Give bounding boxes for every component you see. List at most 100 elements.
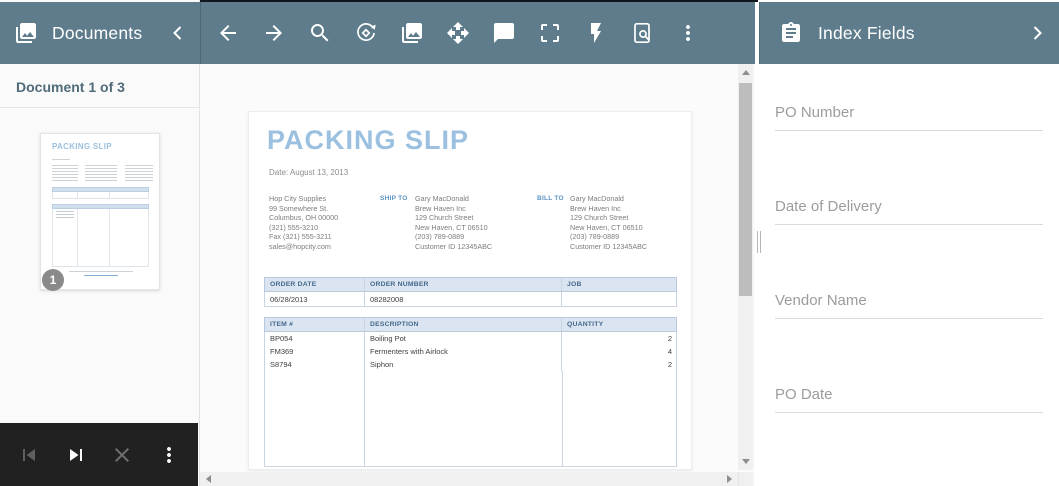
order-number-value: 08282008 — [365, 292, 562, 306]
first-document-icon — [17, 443, 41, 467]
po-date-field[interactable]: PO Date — [775, 386, 1043, 416]
photo-library-icon — [400, 21, 424, 45]
chevron-right-icon — [1025, 21, 1049, 45]
forward-button[interactable] — [262, 21, 286, 45]
close-icon — [110, 443, 134, 467]
document-page[interactable]: PACKING SLIP Date: August 13, 2013 Hop C… — [248, 111, 692, 470]
field-underline — [775, 412, 1043, 413]
app-window: { "colors": { "header_teal": "#5e7c8b", … — [0, 0, 1059, 486]
order-info-table: ORDER DATE ORDER NUMBER JOB 06/28/2013 0… — [264, 277, 677, 307]
scroll-left-arrow-icon[interactable] — [206, 475, 211, 483]
last-document-icon — [64, 443, 88, 467]
collapse-documents-panel-button[interactable] — [152, 21, 190, 45]
panel-resize-handle[interactable] — [757, 231, 763, 253]
document-pager-toolbar — [0, 423, 198, 486]
find-in-document-button[interactable] — [630, 21, 654, 45]
job-value — [562, 292, 676, 306]
more-options-icon — [157, 443, 181, 467]
field-underline — [775, 130, 1043, 131]
column-header: DESCRIPTION — [365, 318, 562, 331]
table-row: 06/28/2013 08282008 — [264, 292, 677, 307]
zoom-search-button[interactable] — [308, 21, 332, 45]
column-header: ORDER DATE — [265, 278, 365, 291]
fullscreen-button[interactable] — [538, 21, 562, 45]
expand-index-panel-button[interactable] — [1006, 21, 1049, 45]
table-row: BP054 Boiling Pot 2 — [265, 332, 676, 345]
index-fields-title: Index Fields — [818, 23, 915, 44]
rotate-button[interactable] — [354, 21, 378, 45]
back-arrow-icon — [216, 21, 240, 45]
packing-slip-date: Date: August 13, 2013 — [269, 168, 348, 177]
po-date-label: PO Date — [775, 386, 1043, 403]
sender-address-block: Hop City Supplies99 Somewhere St. Columb… — [269, 194, 338, 252]
table-row: S8794 Siphon 2 — [265, 358, 676, 371]
po-number-field[interactable]: PO Number — [775, 104, 1043, 134]
mini-doc-date-line — [52, 159, 70, 160]
mini-doc-title: PACKING SLIP — [52, 142, 112, 151]
vertical-scrollbar[interactable] — [738, 64, 753, 470]
bill-to-address-block: Gary MacDonaldBrew Haven Inc 129 Church … — [570, 194, 647, 252]
table-row: FM369 Fermenters with Airlock 4 — [265, 345, 676, 358]
document-viewer: PACKING SLIP Date: August 13, 2013 Hop C… — [200, 0, 755, 486]
mini-doc-footer-link — [84, 275, 118, 276]
items-table-empty-area — [265, 371, 676, 466]
divider — [0, 107, 200, 108]
scroll-right-arrow-icon[interactable] — [727, 475, 732, 483]
mini-doc-address-lines — [125, 165, 153, 181]
pan-icon — [446, 21, 470, 45]
more-options-icon — [676, 21, 700, 45]
pan-button[interactable] — [446, 21, 470, 45]
comment-icon — [492, 21, 516, 45]
vendor-name-label: Vendor Name — [775, 292, 1043, 309]
date-of-delivery-field[interactable]: Date of Delivery — [775, 198, 1043, 228]
column-header: JOB — [562, 278, 676, 291]
documents-panel: Documents Document 1 of 3 PACKING SLIP 1 — [0, 0, 200, 486]
vendor-name-field[interactable]: Vendor Name — [775, 292, 1043, 322]
index-fields-header: Index Fields — [759, 2, 1059, 64]
search-icon — [308, 21, 332, 45]
find-in-page-icon — [630, 21, 654, 45]
items-table: ITEM # DESCRIPTION QUANTITY BP054 Boilin… — [264, 317, 677, 467]
scrollbar-corner — [738, 472, 753, 486]
flash-icon — [584, 21, 608, 45]
scroll-up-arrow-icon[interactable] — [742, 70, 750, 75]
column-header: ORDER NUMBER — [365, 278, 562, 291]
viewer-toolbar — [200, 2, 755, 64]
index-fields-panel: Index Fields PO Number Date of Delivery … — [758, 0, 1059, 486]
close-button[interactable] — [110, 443, 134, 467]
bill-to-label: BILL TO — [537, 195, 564, 202]
mini-doc-order-table — [52, 187, 149, 199]
scroll-down-arrow-icon[interactable] — [742, 459, 750, 464]
column-header: ITEM # — [265, 318, 365, 331]
po-number-label: PO Number — [775, 104, 1043, 121]
chevron-left-icon — [166, 21, 190, 45]
comments-button[interactable] — [492, 21, 516, 45]
viewer-more-options-button[interactable] — [676, 21, 700, 45]
ship-to-label: SHIP TO — [380, 195, 408, 202]
horizontal-scrollbar[interactable] — [200, 472, 738, 486]
field-underline — [775, 318, 1043, 319]
rotate-icon — [354, 21, 378, 45]
mini-doc-address-lines — [85, 165, 117, 181]
vertical-scrollbar-thumb[interactable] — [739, 83, 752, 296]
ship-to-address-block: Gary MacDonaldBrew Haven Inc 129 Church … — [415, 194, 492, 252]
viewer-canvas: PACKING SLIP Date: August 13, 2013 Hop C… — [200, 64, 755, 486]
first-document-button[interactable] — [17, 443, 41, 467]
documents-panel-title: Documents — [52, 23, 142, 44]
packing-slip-title: PACKING SLIP — [267, 125, 469, 156]
column-header: QUANTITY — [562, 318, 676, 331]
fullscreen-icon — [538, 21, 562, 45]
back-button[interactable] — [216, 21, 240, 45]
mini-doc-address-lines — [52, 165, 78, 181]
order-date-value: 06/28/2013 — [265, 292, 365, 306]
more-options-button[interactable] — [157, 443, 181, 467]
documents-panel-header: Documents — [0, 2, 200, 64]
document-counter: Document 1 of 3 — [16, 79, 125, 95]
clipboard-icon — [779, 21, 803, 45]
mini-doc-footer-line — [69, 271, 133, 272]
forward-arrow-icon — [262, 21, 286, 45]
document-thumbnail[interactable]: PACKING SLIP — [40, 133, 160, 290]
last-document-button[interactable] — [64, 443, 88, 467]
thumbnails-button[interactable] — [400, 21, 424, 45]
flash-process-button[interactable] — [584, 21, 608, 45]
